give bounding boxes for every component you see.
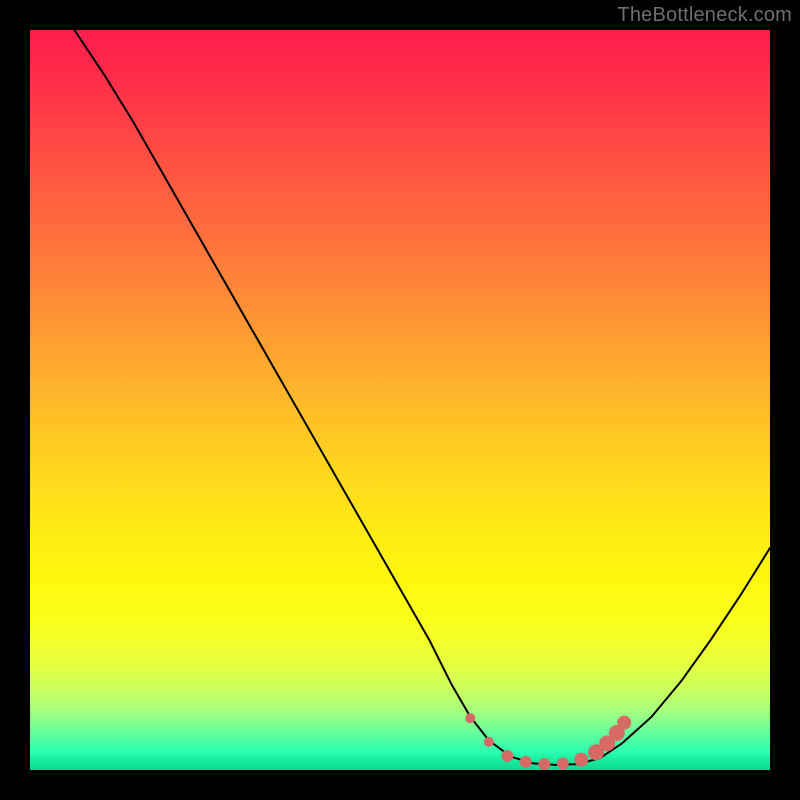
optimum-marker <box>484 737 494 747</box>
chart-svg <box>30 30 770 770</box>
optimum-marker <box>501 750 513 762</box>
chart-frame: TheBottleneck.com <box>0 0 800 800</box>
chart-plot-area <box>30 30 770 770</box>
optimum-marker <box>465 713 475 723</box>
watermark-text: TheBottleneck.com <box>617 4 792 27</box>
optimum-marker <box>574 753 588 767</box>
optimum-marker <box>617 716 631 730</box>
bottleneck-curve <box>74 30 770 765</box>
optimum-marker <box>557 757 569 769</box>
optimum-marker <box>520 756 532 768</box>
optimum-marker <box>538 758 550 770</box>
optimum-marker-group <box>465 713 631 770</box>
